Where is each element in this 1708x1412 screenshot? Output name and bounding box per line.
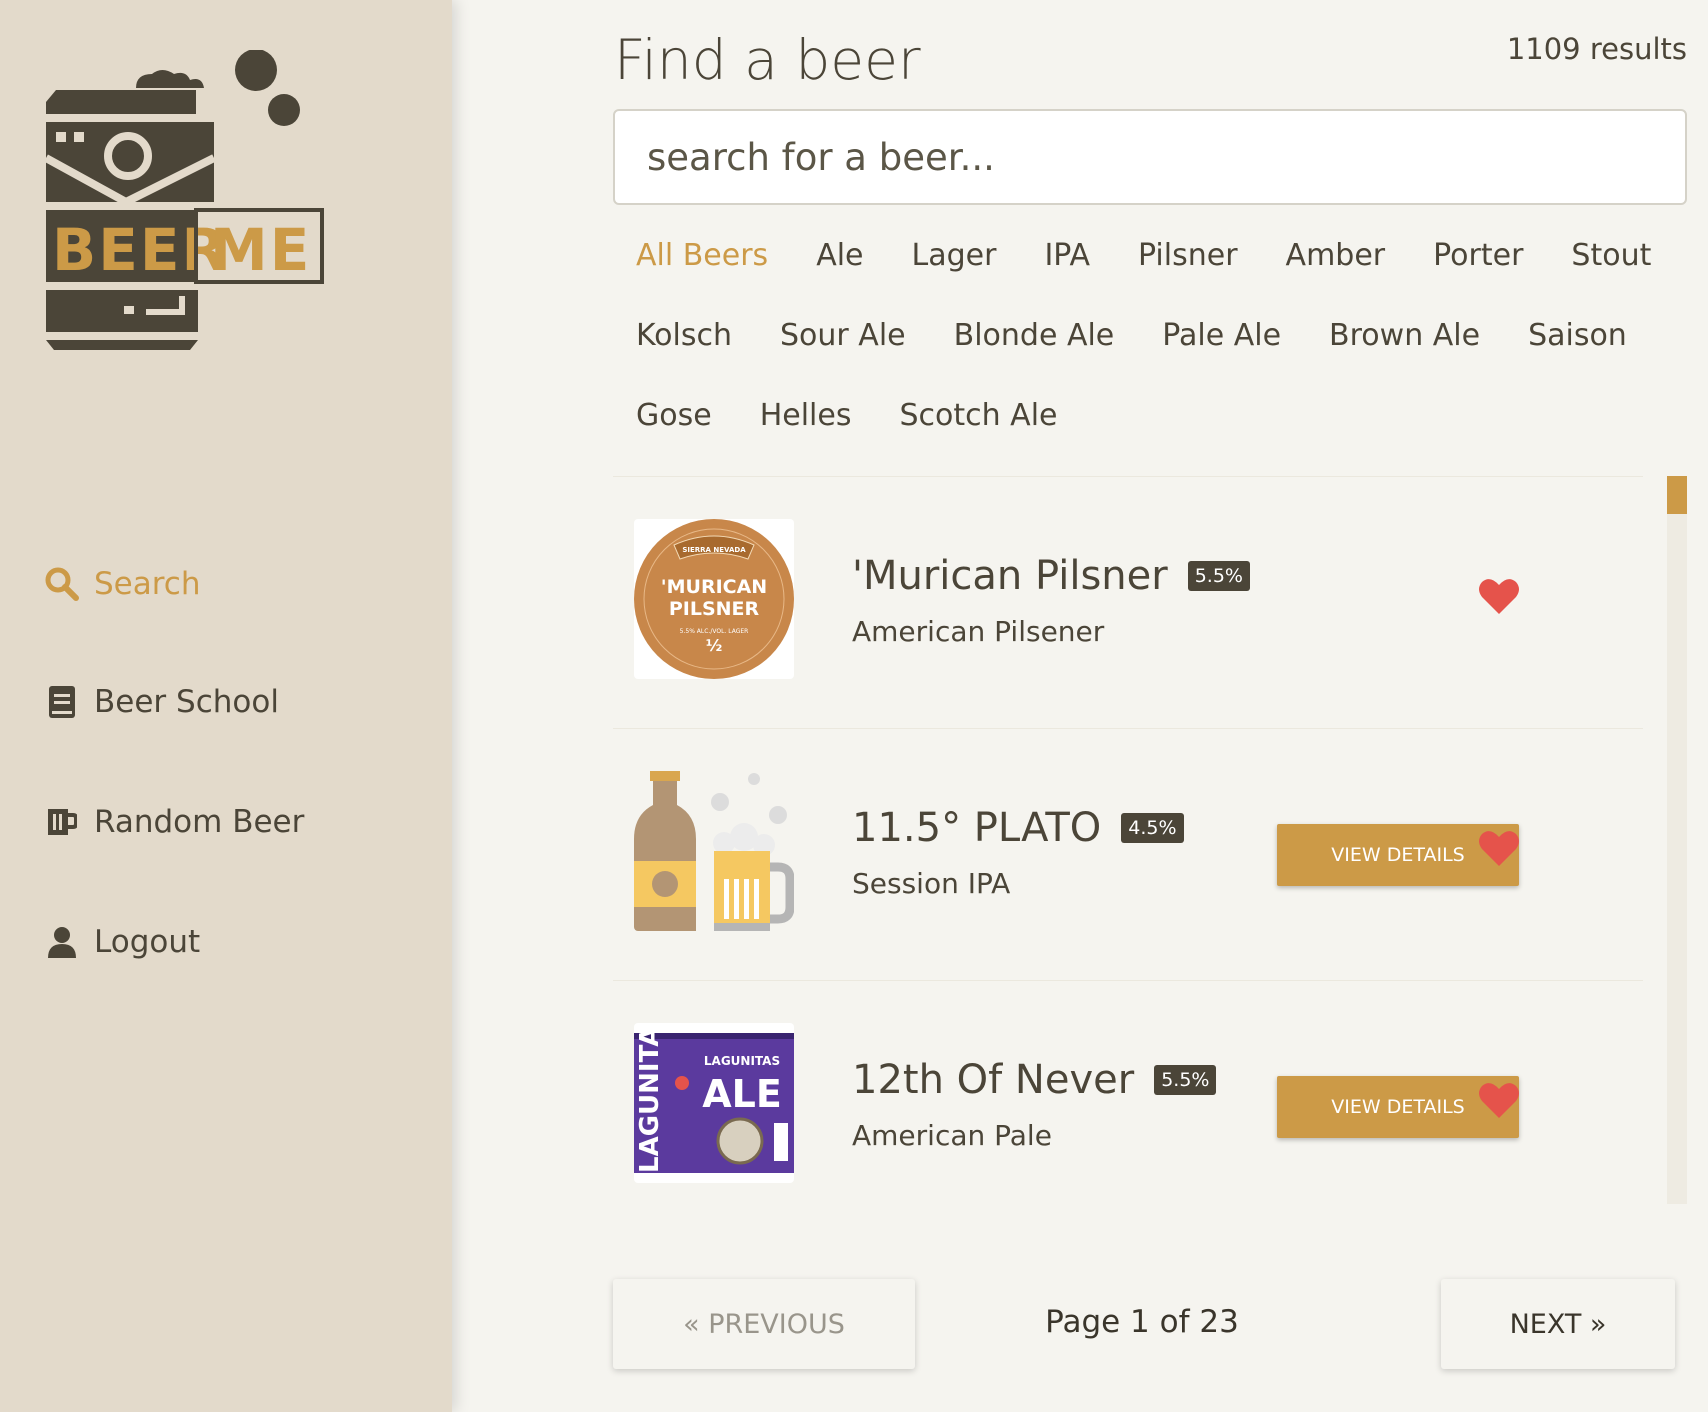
sidebar-item-label: Beer School	[94, 684, 279, 720]
sidebar-item-label: Random Beer	[94, 804, 305, 840]
sidebar-item-beer-school[interactable]: Beer School	[44, 684, 279, 720]
beer-row[interactable]: SIERRA NEVADA 'MURICAN PILSNER 5.5% ALC.…	[613, 476, 1643, 728]
beer-name-text: 12th Of Never	[852, 1057, 1135, 1103]
logo-window	[56, 132, 66, 142]
label-line2-text: PILSNER	[669, 598, 760, 620]
previous-page-button[interactable]: « PREVIOUS	[613, 1279, 915, 1369]
label-word-text: ALE	[702, 1072, 782, 1116]
filter-blonde-ale[interactable]: Blonde Ale	[954, 314, 1115, 358]
filter-gose[interactable]: Gose	[636, 394, 712, 438]
beer-name[interactable]: 12th Of Never 5.5%	[852, 1057, 1217, 1103]
sidebar-item-search[interactable]: Search	[44, 566, 201, 602]
label-line1-text: 'MURICAN	[661, 576, 767, 598]
beer-label-image[interactable]: LAGUNITAS LAGUNITAS ALE	[634, 1023, 794, 1183]
filter-all-beers[interactable]: All Beers	[636, 234, 768, 278]
sidebar-item-random-beer[interactable]: Random Beer	[44, 804, 304, 840]
beer-name[interactable]: 'Murican Pilsner 5.5%	[852, 553, 1250, 599]
sidebar-item-label: Search	[94, 566, 201, 602]
favorite-heart-icon[interactable]	[1478, 1081, 1520, 1123]
filter-lager[interactable]: Lager	[912, 234, 997, 278]
filter-helles[interactable]: Helles	[760, 394, 852, 438]
scrollbar-thumb[interactable]	[1667, 476, 1687, 514]
abv-badge: 4.5%	[1121, 813, 1184, 843]
logo-window	[74, 132, 84, 142]
list-scrollbar[interactable]	[1667, 476, 1687, 1204]
abv-badge: 5.5%	[1187, 561, 1250, 591]
beer-placeholder-image[interactable]	[634, 771, 794, 931]
logo-bubble	[235, 50, 277, 91]
abv-badge: 5.5%	[1154, 1065, 1217, 1095]
label-side-text: LAGUNITAS	[635, 1023, 665, 1173]
label-size-text: ½	[706, 636, 723, 655]
beer-label-image[interactable]: SIERRA NEVADA 'MURICAN PILSNER 5.5% ALC.…	[634, 519, 794, 679]
logo-can-top	[46, 90, 196, 114]
filter-porter[interactable]: Porter	[1433, 234, 1523, 278]
filter-kolsch[interactable]: Kolsch	[636, 314, 732, 358]
next-page-button[interactable]: NEXT »	[1441, 1279, 1675, 1369]
filter-brown-ale[interactable]: Brown Ale	[1329, 314, 1480, 358]
label-brand-text: LAGUNITAS	[704, 1054, 780, 1068]
beer-row[interactable]: LAGUNITAS LAGUNITAS ALE 12th Of Never 5.…	[613, 980, 1643, 1232]
sidebar-item-label: Logout	[94, 924, 201, 960]
beer-row[interactable]: 11.5° PLATO 4.5% Session IPA VIEW DETAIL…	[613, 728, 1643, 980]
beer-style: American Pale	[852, 1119, 1052, 1152]
logo-word-beer: BEER	[52, 216, 228, 284]
label-small-text: 5.5% ALC./VOL. LAGER	[680, 628, 749, 635]
filter-stout[interactable]: Stout	[1571, 234, 1651, 278]
beer-style: American Pilsener	[852, 615, 1105, 648]
logo-foam	[136, 70, 204, 88]
book-icon	[44, 684, 80, 720]
label-brand-text: SIERRA NEVADA	[682, 546, 746, 554]
filter-pilsner[interactable]: Pilsner	[1138, 234, 1238, 278]
filter-ipa[interactable]: IPA	[1044, 234, 1090, 278]
logo-word-me: ME	[210, 216, 311, 284]
beer-me-logo[interactable]: BEER ME	[46, 50, 366, 390]
beer-mug-icon	[44, 804, 80, 840]
search-input[interactable]	[613, 109, 1687, 205]
filter-pale-ale[interactable]: Pale Ale	[1162, 314, 1281, 358]
logo-window	[124, 306, 134, 314]
filter-sour-ale[interactable]: Sour Ale	[780, 314, 906, 358]
page-title: Find a beer	[614, 28, 921, 92]
page-indicator: Page 1 of 23	[1045, 1304, 1239, 1340]
search-icon	[44, 566, 80, 602]
filter-saison[interactable]: Saison	[1528, 314, 1627, 358]
main-content: Find a beer 1109 results All Beers Ale L…	[452, 0, 1708, 1412]
sidebar: BEER ME Search Beer School Random Beer L…	[0, 0, 452, 1412]
logo-can-base	[46, 340, 198, 350]
beer-name-text: 11.5° PLATO	[852, 805, 1102, 851]
sidebar-item-logout[interactable]: Logout	[44, 924, 200, 960]
favorite-heart-icon[interactable]	[1478, 829, 1520, 871]
filter-ale[interactable]: Ale	[816, 234, 863, 278]
beer-name-text: 'Murican Pilsner	[852, 553, 1168, 599]
beer-name[interactable]: 11.5° PLATO 4.5%	[852, 805, 1184, 851]
favorite-heart-icon[interactable]	[1478, 577, 1520, 619]
filter-scotch-ale[interactable]: Scotch Ale	[899, 394, 1057, 438]
filter-amber[interactable]: Amber	[1286, 234, 1386, 278]
beer-style: Session IPA	[852, 867, 1011, 900]
results-count: 1109 results	[1506, 32, 1687, 66]
user-icon	[44, 924, 80, 960]
style-filters: All Beers Ale Lager IPA Pilsner Amber Po…	[636, 234, 1696, 438]
logo-bubble	[268, 94, 300, 126]
